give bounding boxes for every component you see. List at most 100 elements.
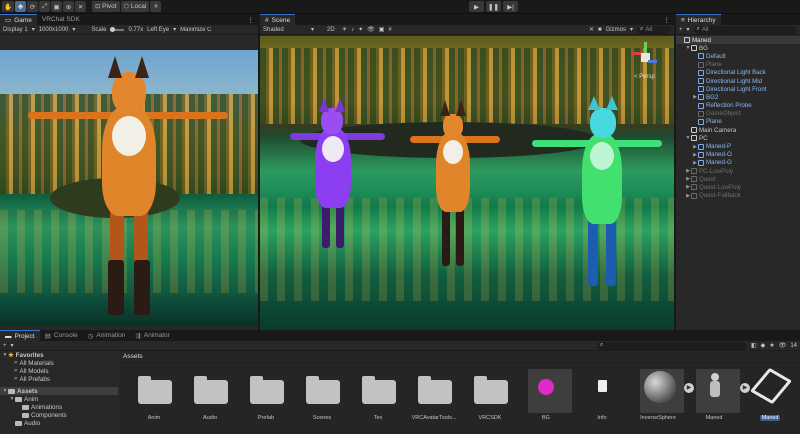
hierarchy-item[interactable]: ▼ PC <box>676 134 800 142</box>
scene-search[interactable]: ⌕ All <box>637 25 671 34</box>
lighting-toggle-icon[interactable]: ☀ <box>342 26 347 33</box>
hierarchy-item[interactable]: Default <box>676 52 800 60</box>
tools-icon: ✕ <box>77 3 84 11</box>
game-viewport[interactable] <box>0 50 258 326</box>
hierarchy-item[interactable]: ▶ Maned-P <box>676 142 800 150</box>
favorite-item[interactable]: ⌕ All Models <box>0 367 118 375</box>
resolution-select[interactable]: 1000x1000 <box>39 27 69 33</box>
hand-icon: ✋ <box>4 3 13 11</box>
pivot-label: Pivot <box>102 3 117 10</box>
project-add-chevron-icon[interactable]: ▾ <box>11 342 14 349</box>
scene-viewport[interactable]: < Persp <box>260 36 674 330</box>
hierarchy-item[interactable]: Reflection Probe <box>676 102 800 110</box>
tools-toggle-icon[interactable]: ✕ <box>589 26 594 33</box>
step-button[interactable]: ▶| <box>503 1 518 12</box>
asset-item-folder[interactable]: Prefab <box>244 375 288 423</box>
favorite-item[interactable]: ⌕ All Prefabs <box>0 375 118 383</box>
unity-logo-icon <box>749 367 793 405</box>
hierarchy-item[interactable]: ▶ PC-LowPoly <box>676 167 800 175</box>
hierarchy-item[interactable]: Directional Light Mid <box>676 77 800 85</box>
hierarchy-item[interactable]: ▶ BG2 <box>676 93 800 101</box>
asset-item-material[interactable]: BG <box>524 369 572 423</box>
asset-item-avatar[interactable]: ▶ Maned <box>692 369 750 423</box>
gizmos-dropdown[interactable]: Gizmos <box>606 27 626 33</box>
scale-tool-button[interactable]: ⤢ <box>39 1 51 12</box>
local-toggle[interactable]: ⬡ Local <box>120 1 150 12</box>
audio-toggle-icon[interactable]: ♪ <box>351 27 354 33</box>
asset-item-folder[interactable]: VRCSDK <box>468 375 512 423</box>
scene-controls-bar: Shaded ▾ 2D ☀ ♪ ✦ 👁 ▣ # ✕ ■ Gizmos ▾ ⌕ A… <box>260 25 674 35</box>
pause-button[interactable]: ❚❚ <box>486 1 501 12</box>
game-panel-menu-icon[interactable]: ⋮ <box>248 14 259 25</box>
scene-panel-menu-icon[interactable]: ⋮ <box>664 14 675 25</box>
display-select[interactable]: Display 1 <box>3 27 28 33</box>
tab-game[interactable]: ▭ Game <box>0 14 37 25</box>
camera-icon[interactable]: ■ <box>598 27 602 33</box>
folder-tree-item[interactable]: ▼ Anim <box>0 395 118 403</box>
folder-tree-item[interactable]: Animations <box>0 403 118 411</box>
scale-slider[interactable] <box>110 26 125 32</box>
rect-tool-button[interactable]: ▣ <box>51 1 63 12</box>
camera-settings-icon[interactable]: ▣ <box>379 26 385 33</box>
tab-project[interactable]: ▬ Project <box>0 330 40 341</box>
hierarchy-item[interactable]: ▶ Quest <box>676 175 800 183</box>
scene-search-scope: All <box>645 26 653 33</box>
rotate-tool-button[interactable]: ⟳ <box>27 1 39 12</box>
hierarchy-item[interactable]: ▶ Maned-O <box>676 151 800 159</box>
grid-snap-button[interactable]: # <box>150 1 162 12</box>
hierarchy-item[interactable]: ▶ Quest-LowPoly <box>676 183 800 191</box>
scene-orientation-gizmo[interactable]: < Persp <box>628 40 668 86</box>
tab-hierarchy[interactable]: ≡ Hierarchy <box>676 14 721 25</box>
hierarchy-item[interactable]: Plane <box>676 118 800 126</box>
asset-item-folder[interactable]: Anim <box>132 375 176 423</box>
scale-value: 0.77x <box>128 26 144 33</box>
hierarchy-item[interactable]: Main Camera <box>676 126 800 134</box>
hierarchy-item[interactable]: Maned <box>676 36 800 45</box>
tab-console[interactable]: ▤ Console <box>40 330 83 341</box>
hierarchy-item[interactable]: Directional Light Back <box>676 69 800 77</box>
gameobject-icon <box>691 192 697 199</box>
grid-toggle-icon[interactable]: # <box>388 27 391 33</box>
hand-tool-button[interactable]: ✋ <box>2 1 15 12</box>
asset-item-model[interactable]: ▶ InverseSphere <box>636 369 694 423</box>
folder-icon <box>8 388 15 394</box>
hierarchy-tabbar: ≡ Hierarchy <box>676 14 800 25</box>
tab-scene[interactable]: # Scene <box>260 14 296 25</box>
hierarchy-item[interactable]: ▼ BG <box>676 44 800 52</box>
tab-vrchat-sdk[interactable]: VRChat SDK <box>37 14 85 25</box>
eye-select[interactable]: Left Eye <box>147 27 169 33</box>
asset-item-folder[interactable]: Audio <box>188 375 232 423</box>
maximize-toggle[interactable]: Maximize C <box>180 27 211 33</box>
hierarchy-item[interactable]: GameObject <box>676 110 800 118</box>
pivot-toggle[interactable]: ⊡ Pivot <box>92 1 120 12</box>
hierarchy-item[interactable]: ▶ Maned-G <box>676 159 800 167</box>
gameobject-icon <box>698 69 704 76</box>
asset-item-unity[interactable]: Maned <box>748 367 793 423</box>
folder-tree-item[interactable]: Components <box>0 411 118 419</box>
asset-item-folder[interactable]: Tex <box>356 375 400 423</box>
move-tool-button[interactable]: ✥ <box>15 1 27 12</box>
2d-toggle[interactable]: 2D <box>324 27 338 33</box>
shading-mode-select[interactable]: Shaded <box>263 27 307 33</box>
persp-label[interactable]: < Persp <box>634 74 655 80</box>
asset-item-folder[interactable]: VRCAvatarTools... <box>412 375 456 423</box>
hierarchy-item[interactable]: Plane <box>676 61 800 69</box>
asset-item-folder[interactable]: Scenes <box>300 375 344 423</box>
favorites-header[interactable]: ▼ ★ Favorites <box>0 351 118 359</box>
folder-tree-item[interactable]: ▼ Assets <box>0 387 118 395</box>
hierarchy-item[interactable]: ▶ Quest-Fallback <box>676 192 800 200</box>
effects-toggle-icon[interactable]: ✦ <box>358 26 363 33</box>
play-button[interactable]: ▶ <box>469 1 484 12</box>
project-add-icon[interactable]: + <box>3 343 7 349</box>
transform-tool-button[interactable]: ⊕ <box>63 1 75 12</box>
custom-tool-button[interactable]: ✕ <box>75 1 87 12</box>
add-chevron-icon[interactable]: ▾ <box>687 26 690 33</box>
folder-tree-item[interactable]: Audio <box>0 419 118 427</box>
hierarchy-item[interactable]: Directional Light Front <box>676 85 800 93</box>
add-icon[interactable]: + <box>679 27 683 33</box>
hidden-objects-icon[interactable]: 👁 <box>367 26 375 33</box>
asset-item-file[interactable]: Info <box>580 375 624 423</box>
favorite-item[interactable]: ⌕ All Materials <box>0 359 118 367</box>
hierarchy-search[interactable]: ⌕ All <box>693 25 797 34</box>
main-toolbar: ✋ ✥ ⟳ ⤢ ▣ ⊕ ✕ ⊡ Pivot ⬡ Local # ▶ ❚❚ ▶| <box>0 0 800 14</box>
